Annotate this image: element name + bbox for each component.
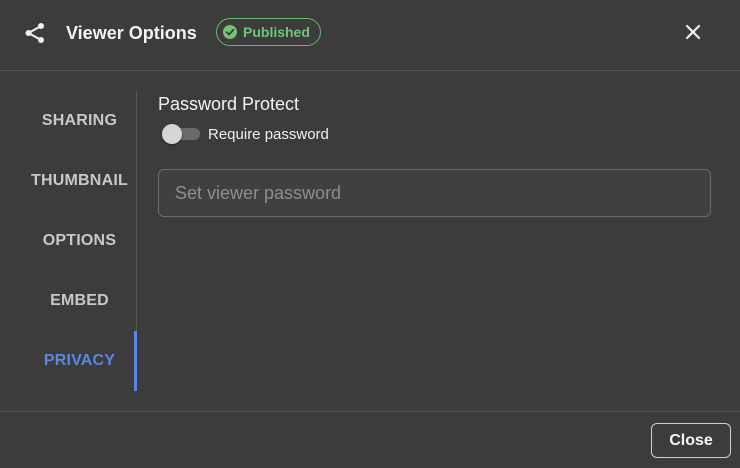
toggle-knob [162, 124, 182, 144]
dialog-title: Viewer Options [66, 23, 197, 43]
require-password-toggle[interactable] [162, 124, 200, 144]
check-circle-icon [223, 25, 237, 39]
close-icon[interactable] [683, 22, 703, 42]
require-password-label: Require password [208, 126, 329, 143]
dialog-footer: Close [0, 411, 740, 468]
dialog-header: Viewer Options Published [0, 0, 740, 71]
status-badge-label: Published [243, 24, 310, 40]
tab-embed[interactable]: EMBED [22, 271, 137, 331]
published-status-badge: Published [216, 18, 321, 46]
tab-privacy[interactable]: PRIVACY [22, 331, 137, 391]
share-icon[interactable] [24, 22, 46, 44]
viewer-options-dialog: Viewer Options Published SHARING THUMBNA… [0, 0, 740, 468]
tab-thumbnail[interactable]: THUMBNAIL [22, 151, 137, 211]
privacy-panel: Password Protect Require password [158, 91, 718, 391]
options-sidebar: SHARING THUMBNAIL OPTIONS EMBED PRIVACY [0, 91, 137, 391]
active-tab-indicator [134, 331, 137, 391]
tab-options[interactable]: OPTIONS [22, 211, 137, 271]
password-protect-heading: Password Protect [158, 94, 300, 114]
viewer-password-input[interactable] [158, 169, 711, 217]
close-button[interactable]: Close [651, 423, 731, 458]
tab-sharing[interactable]: SHARING [22, 91, 137, 151]
